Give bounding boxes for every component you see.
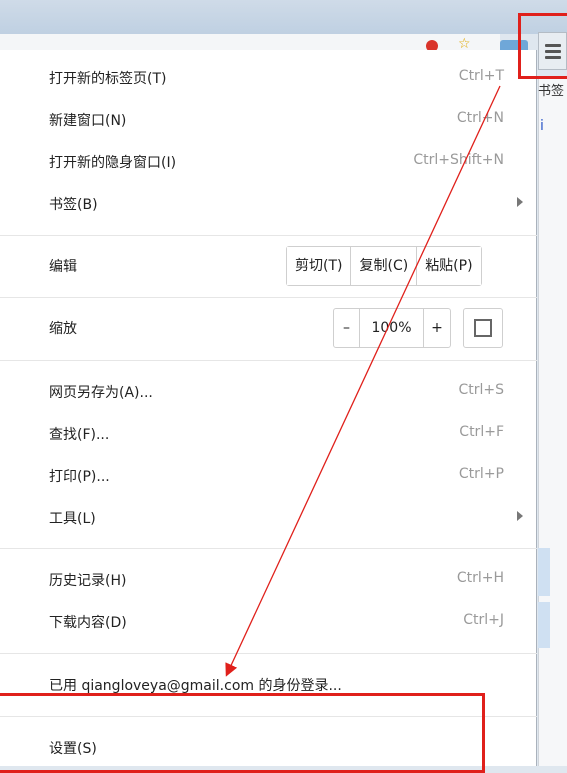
menu-item-history[interactable]: 历史记录(H) Ctrl+H — [0, 559, 537, 601]
menu-item-new-tab[interactable]: 打开新的标签页(T) Ctrl+T — [0, 57, 537, 99]
menu-item-bookmarks[interactable]: 书签(B) — [0, 183, 537, 225]
chevron-right-icon — [517, 197, 523, 207]
menu-item-shortcut: Ctrl+N — [456, 110, 504, 126]
menu-item-label: 新建窗口(N) — [49, 113, 127, 129]
menu-item-label: 打印(P)... — [49, 469, 110, 485]
menu-item-shortcut: Ctrl+Shift+N — [413, 152, 504, 168]
hamburger-icon — [544, 43, 561, 59]
menu-item-label: 打开新的隐身窗口(I) — [49, 155, 177, 171]
menu-item-downloads[interactable]: 下载内容(D) Ctrl+J — [0, 601, 537, 643]
zoom-in-button[interactable]: + — [424, 309, 450, 347]
menu-separator — [0, 235, 537, 236]
menu-item-label: 网页另存为(A)... — [49, 385, 153, 401]
zoom-controls: – 100% + — [333, 308, 451, 348]
menu-item-label: 历史记录(H) — [49, 573, 127, 589]
chevron-right-icon — [517, 511, 523, 521]
menu-item-label: 工具(L) — [49, 511, 96, 527]
menu-item-settings[interactable]: 设置(S) — [0, 727, 537, 769]
menu-item-label: 已用 qiangloveya@gmail.com 的身份登录... — [49, 678, 342, 694]
menu-item-shortcut: Ctrl+J — [463, 612, 504, 628]
chrome-main-menu: 打开新的标签页(T) Ctrl+T 新建窗口(N) Ctrl+N 打开新的隐身窗… — [0, 50, 537, 766]
menu-item-find[interactable]: 查找(F)... Ctrl+F — [0, 413, 537, 455]
menu-separator — [0, 360, 537, 361]
menu-separator — [0, 297, 537, 298]
menu-item-save-as[interactable]: 网页另存为(A)... Ctrl+S — [0, 371, 537, 413]
copy-button[interactable]: 复制(C) — [351, 247, 418, 285]
menu-item-shortcut: Ctrl+T — [458, 68, 504, 84]
menu-item-label: 缩放 — [49, 321, 77, 337]
zoom-out-button[interactable]: – — [334, 309, 360, 347]
bookmark-bar-fragment: 书签 — [538, 84, 565, 99]
browser-tab-strip — [0, 0, 567, 34]
menu-item-shortcut: Ctrl+H — [456, 570, 504, 586]
menu-item-label: 书签(B) — [49, 197, 98, 213]
menu-item-new-window[interactable]: 新建窗口(N) Ctrl+N — [0, 99, 537, 141]
menu-item-label: 编辑 — [49, 259, 77, 275]
menu-item-label: 下载内容(D) — [49, 615, 127, 631]
menu-item-signed-in[interactable]: 已用 qiangloveya@gmail.com 的身份登录... — [0, 664, 537, 706]
menu-item-shortcut: Ctrl+F — [459, 424, 504, 440]
page-highlight-block — [538, 548, 550, 596]
page-text-fragment: i — [540, 118, 544, 134]
chrome-menu-button[interactable] — [538, 32, 567, 70]
menu-item-shortcut: Ctrl+S — [458, 382, 504, 398]
menu-item-label: 设置(S) — [49, 741, 97, 757]
menu-separator — [0, 653, 537, 654]
menu-item-label: 打开新的标签页(T) — [49, 71, 167, 87]
page-edge-panel — [538, 78, 567, 766]
menu-item-print[interactable]: 打印(P)... Ctrl+P — [0, 455, 537, 497]
cut-button[interactable]: 剪切(T) — [287, 247, 352, 285]
menu-separator — [0, 716, 537, 717]
menu-item-tools[interactable]: 工具(L) — [0, 497, 537, 539]
menu-separator — [0, 548, 537, 549]
edit-button-group: 剪切(T) 复制(C) 粘贴(P) — [286, 246, 482, 286]
page-highlight-block — [538, 602, 550, 648]
menu-item-incognito[interactable]: 打开新的隐身窗口(I) Ctrl+Shift+N — [0, 141, 537, 183]
paste-button[interactable]: 粘贴(P) — [417, 247, 481, 285]
fullscreen-button[interactable] — [463, 308, 503, 348]
menu-item-zoom: 缩放 — [0, 307, 537, 349]
zoom-level: 100% — [360, 309, 424, 347]
menu-item-shortcut: Ctrl+P — [458, 466, 504, 482]
fullscreen-icon — [474, 319, 483, 328]
menu-item-label: 查找(F)... — [49, 427, 110, 443]
